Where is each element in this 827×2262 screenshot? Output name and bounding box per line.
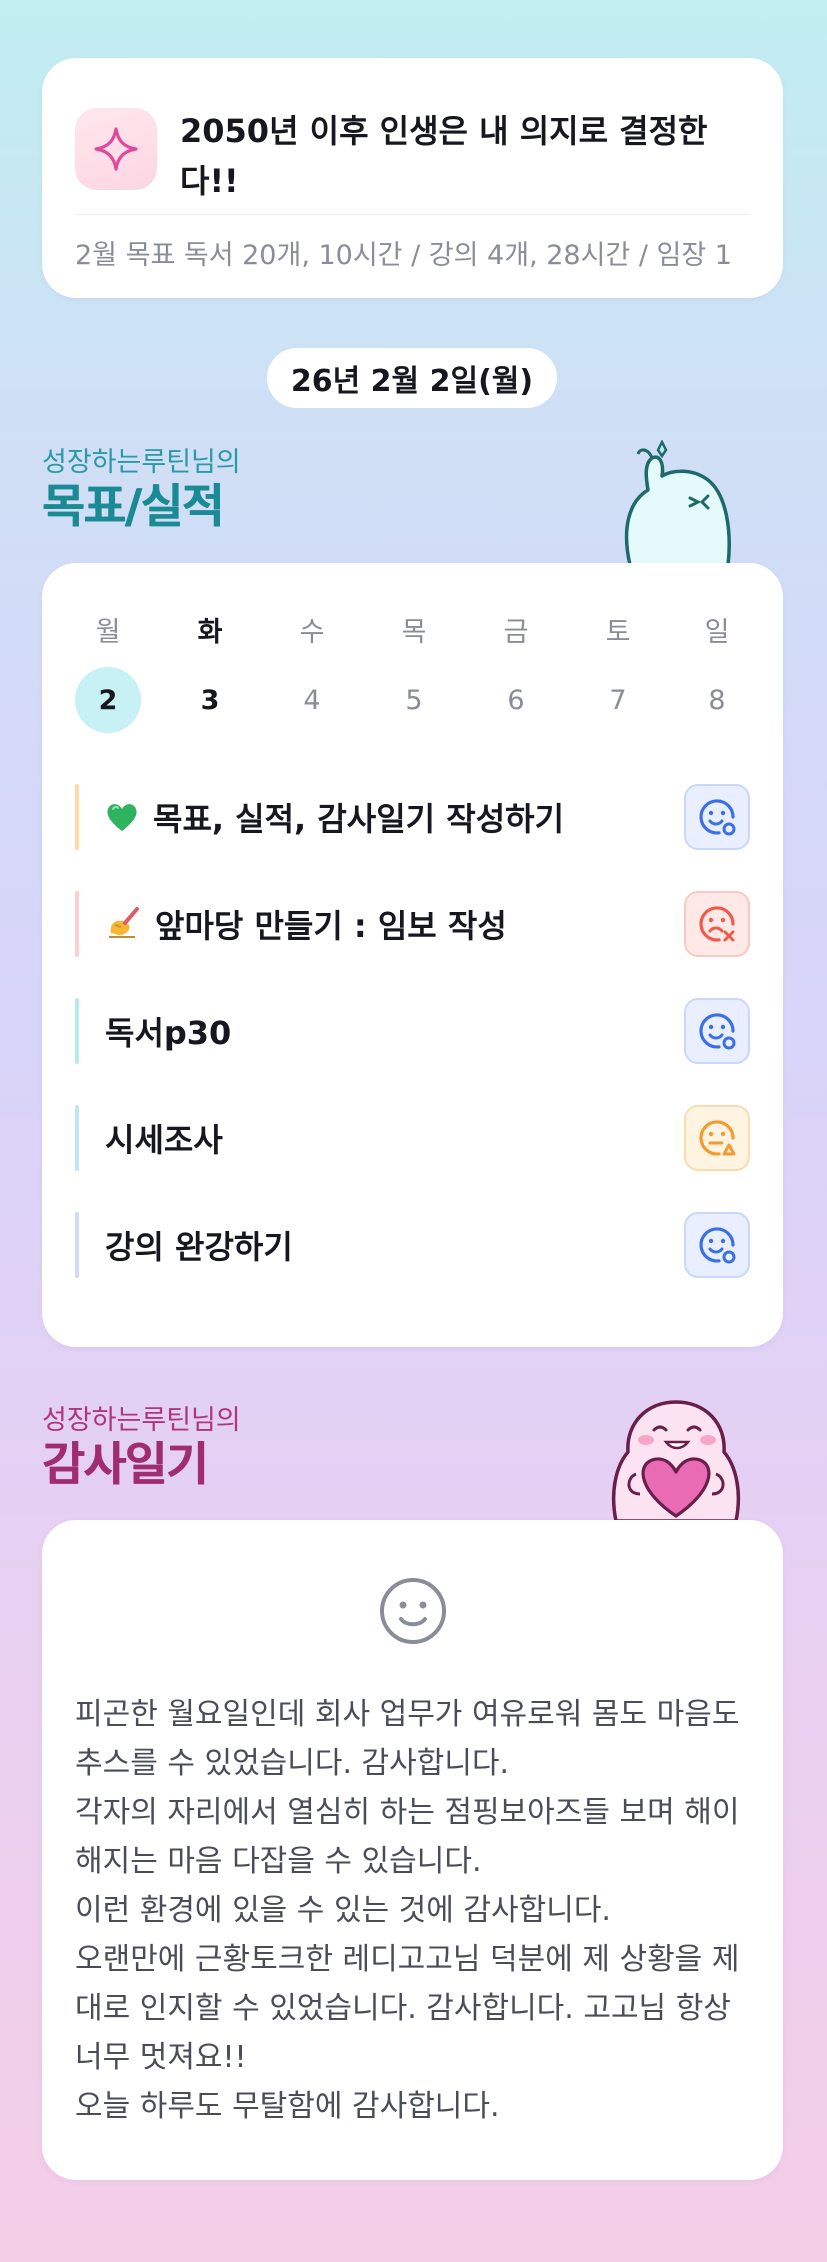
smile-face-icon [378, 1576, 448, 1646]
task-label: 목표, 실적, 감사일기 작성하기 [153, 800, 565, 838]
day-sat[interactable]: 토 7 [585, 613, 651, 733]
sparkle-icon [75, 108, 157, 190]
mascot-heart-icon [596, 1396, 756, 1523]
task-label-row: 앞마당 만들기 : 임보 작성 [105, 877, 507, 971]
section-owner: 성장하는루틴님의 [42, 1405, 241, 1436]
day-number: 3 [200, 684, 220, 716]
section-owner: 성장하는루틴님의 [42, 447, 241, 478]
day-fri[interactable]: 금 6 [483, 613, 549, 733]
day-name: 금 [503, 617, 529, 648]
date-selector[interactable]: 26년 2월 2일(월) [267, 348, 557, 408]
day-tue[interactable]: 화 3 [177, 613, 243, 733]
task-label: 강의 완강하기 [105, 1228, 293, 1266]
week-strip: 월 2 화 3 수 4 목 5 금 6 토 7 일 8 [75, 613, 750, 733]
status-bad-button[interactable] [684, 891, 750, 957]
day-thu[interactable]: 목 5 [381, 613, 447, 733]
day-mon[interactable]: 월 2 [75, 613, 141, 733]
section-title: 목표/실적 [42, 479, 224, 533]
day-number: 8 [708, 684, 726, 716]
task-bar [75, 891, 79, 957]
task-label: 시세조사 [105, 1121, 223, 1159]
goal-subtitle: 2월 목표 독서 20개, 10시간 / 강의 4개, 28시간 / 임장 1 [75, 240, 732, 271]
mascot-thumbs-up-icon [600, 439, 750, 567]
task-bar [75, 784, 79, 850]
task-bar [75, 1212, 79, 1278]
task-item[interactable]: 앞마당 만들기 : 임보 작성 [75, 877, 750, 971]
status-meh-button[interactable] [684, 1105, 750, 1171]
day-number: 2 [75, 667, 141, 733]
section-title: 감사일기 [42, 1437, 208, 1491]
task-label-row: 독서p30 [105, 984, 231, 1078]
day-name: 월 [95, 617, 121, 648]
task-bar [75, 998, 79, 1064]
day-name: 수 [299, 617, 325, 648]
task-label-row: 목표, 실적, 감사일기 작성하기 [105, 770, 564, 864]
diary-section-header: 성장하는루틴님의 감사일기 [42, 1405, 241, 1491]
status-good-button[interactable] [684, 1212, 750, 1278]
day-name: 일 [704, 617, 730, 648]
day-name: 화 [197, 617, 223, 648]
gratitude-diary-card[interactable]: 피곤한 월요일인데 회사 업무가 여유로워 몸도 마음도 추스를 수 있었습니다… [42, 1520, 783, 2180]
day-number: 5 [405, 684, 423, 716]
day-name: 목 [401, 617, 427, 648]
day-number: 4 [303, 684, 321, 716]
green-heart-icon [105, 801, 139, 833]
day-wed[interactable]: 수 4 [279, 613, 345, 733]
day-name: 토 [605, 617, 631, 648]
goal-card[interactable]: 2050년 이후 인생은 내 의지로 결정한다!! 2월 목표 독서 20개, … [42, 58, 783, 298]
status-good-button[interactable] [684, 998, 750, 1064]
task-label: 독서p30 [105, 1014, 232, 1052]
writing-hand-icon [105, 907, 141, 941]
task-item[interactable]: 독서p30 [75, 984, 750, 1078]
task-bar [75, 1105, 79, 1171]
diary-text: 피곤한 월요일인데 회사 업무가 여유로워 몸도 마음도 추스를 수 있었습니다… [75, 1697, 740, 2124]
status-good-button[interactable] [684, 784, 750, 850]
routine-card: 월 2 화 3 수 4 목 5 금 6 토 7 일 8 목표, 실적, 감사일기… [42, 563, 783, 1347]
task-label-row: 시세조사 [105, 1091, 223, 1185]
task-label: 앞마당 만들기 : 임보 작성 [155, 907, 507, 945]
day-number: 7 [609, 684, 627, 716]
day-sun[interactable]: 일 8 [684, 613, 750, 733]
task-item[interactable]: 목표, 실적, 감사일기 작성하기 [75, 770, 750, 864]
task-item[interactable]: 시세조사 [75, 1091, 750, 1185]
task-label-row: 강의 완강하기 [105, 1198, 293, 1292]
task-item[interactable]: 강의 완강하기 [75, 1198, 750, 1292]
goals-section-header: 성장하는루틴님의 목표/실적 [42, 447, 241, 533]
divider [75, 214, 750, 215]
goal-title: 2050년 이후 인생은 내 의지로 결정한다!! [180, 112, 708, 200]
day-number: 6 [507, 684, 525, 716]
